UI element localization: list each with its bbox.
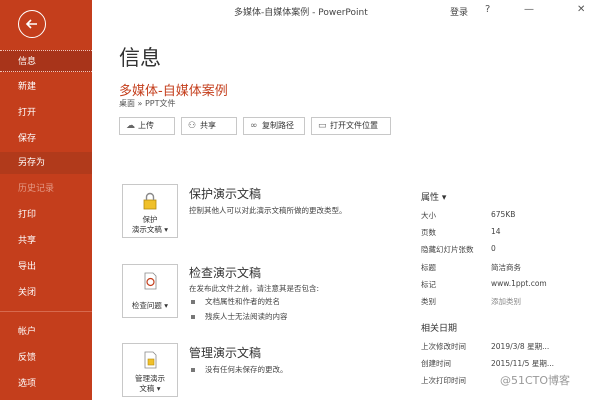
lock-icon bbox=[143, 192, 157, 210]
manage-document-icon bbox=[144, 351, 157, 369]
nav-save-as[interactable]: 另存为 bbox=[0, 152, 92, 174]
prop-label: 类别 bbox=[421, 297, 436, 306]
login-link[interactable]: 登录 bbox=[450, 5, 468, 18]
prop-title-value[interactable]: 简洁商务 bbox=[491, 262, 521, 273]
nav-options[interactable]: 选项 bbox=[0, 373, 92, 395]
date-value: 2015/11/5 星期... bbox=[491, 359, 554, 368]
document-title: 多媒体-自媒体案例 bbox=[119, 84, 228, 99]
check-issues-button[interactable]: 检查问题 ▾ bbox=[122, 264, 178, 318]
title-bar: 多媒体-自媒体案例 - PowerPoint 登录 ? — ✕ bbox=[92, 0, 600, 22]
nav-open[interactable]: 打开 bbox=[0, 102, 92, 124]
inspect-bullet: 文档属性和作者的姓名 bbox=[191, 296, 280, 307]
prop-label: 页数 bbox=[421, 228, 436, 237]
nav-info[interactable]: 信息 bbox=[0, 50, 92, 72]
minimize-icon[interactable]: — bbox=[524, 4, 534, 15]
nav-divider bbox=[0, 311, 92, 312]
prop-label: 标题 bbox=[421, 263, 436, 272]
inspect-bullet: 残疾人士无法阅读的内容 bbox=[191, 311, 288, 322]
inspect-document-icon bbox=[144, 272, 157, 290]
nav-print[interactable]: 打印 bbox=[0, 204, 92, 226]
manage-presentation-button[interactable]: 管理演示 文稿 ▾ bbox=[122, 343, 178, 397]
nav-save[interactable]: 保存 bbox=[0, 128, 92, 150]
nav-feedback[interactable]: 反馈 bbox=[0, 347, 92, 369]
window-title: 多媒体-自媒体案例 - PowerPoint bbox=[234, 8, 368, 18]
properties-heading[interactable]: 属性 ▾ bbox=[421, 190, 446, 203]
share-button[interactable]: ⚇ 共享 bbox=[181, 117, 237, 135]
prop-category-value[interactable]: 添加类别 bbox=[491, 296, 521, 307]
prop-label: 大小 bbox=[421, 211, 436, 220]
prop-value: 675KB bbox=[491, 210, 516, 219]
info-panel: 信息 多媒体-自媒体案例 桌面 » PPT文件 ☁ 上传 ⚇ 共享 ∞ 复制路径 ▭ 打… bbox=[92, 22, 600, 400]
prop-label: 标记 bbox=[421, 280, 436, 289]
date-label: 上次修改时间 bbox=[421, 342, 466, 351]
protect-description: 控制其他人可以对此演示文稿所做的更改类型。 bbox=[189, 206, 347, 215]
related-dates-heading: 相关日期 bbox=[421, 324, 458, 334]
protect-title: 保护演示文稿 bbox=[189, 187, 262, 201]
nav-history: 历史记录 bbox=[18, 184, 55, 194]
page-title: 信息 bbox=[119, 46, 161, 70]
link-icon: ∞ bbox=[250, 121, 258, 131]
prop-tags-value[interactable]: www.1ppt.com bbox=[491, 279, 547, 288]
nav-account[interactable]: 帐户 bbox=[0, 321, 92, 343]
document-path: 桌面 » PPT文件 bbox=[119, 99, 176, 108]
inspect-description: 在发布此文件之前，请注意其是否包含: bbox=[189, 284, 320, 293]
upload-button[interactable]: ☁ 上传 bbox=[119, 117, 175, 135]
open-file-location-button[interactable]: ▭ 打开文件位置 bbox=[311, 117, 391, 135]
cloud-upload-icon: ☁ bbox=[126, 121, 135, 131]
nav-export[interactable]: 导出 bbox=[0, 256, 92, 278]
share-icon: ⚇ bbox=[188, 121, 197, 131]
help-icon[interactable]: ? bbox=[485, 4, 490, 15]
manage-bullet: 没有任何未保存的更改。 bbox=[191, 364, 288, 375]
date-label: 创建时间 bbox=[421, 359, 451, 368]
nav-close[interactable]: 关闭 bbox=[0, 282, 92, 304]
protect-presentation-button[interactable]: 保护 演示文稿 ▾ bbox=[122, 184, 178, 238]
prop-label: 隐藏幻灯片张数 bbox=[421, 245, 474, 254]
prop-value: 14 bbox=[491, 227, 501, 236]
nav-share[interactable]: 共享 bbox=[0, 230, 92, 252]
date-value: 2019/3/8 星期... bbox=[491, 342, 550, 351]
watermark: @51CTO博客 bbox=[500, 374, 571, 387]
manage-title: 管理演示文稿 bbox=[189, 346, 262, 360]
nav-new[interactable]: 新建 bbox=[0, 76, 92, 98]
close-icon[interactable]: ✕ bbox=[577, 4, 585, 15]
inspect-title: 检查演示文稿 bbox=[189, 266, 262, 280]
date-label: 上次打印时间 bbox=[421, 376, 466, 385]
back-button[interactable] bbox=[18, 10, 46, 38]
backstage-sidebar: 信息 新建 打开 保存 另存为 历史记录 打印 共享 导出 关闭 帐户 反馈 选… bbox=[0, 0, 92, 400]
copy-path-button[interactable]: ∞ 复制路径 bbox=[243, 117, 305, 135]
folder-icon: ▭ bbox=[318, 121, 327, 131]
prop-value: 0 bbox=[491, 244, 496, 253]
arrow-left-icon bbox=[25, 19, 37, 29]
